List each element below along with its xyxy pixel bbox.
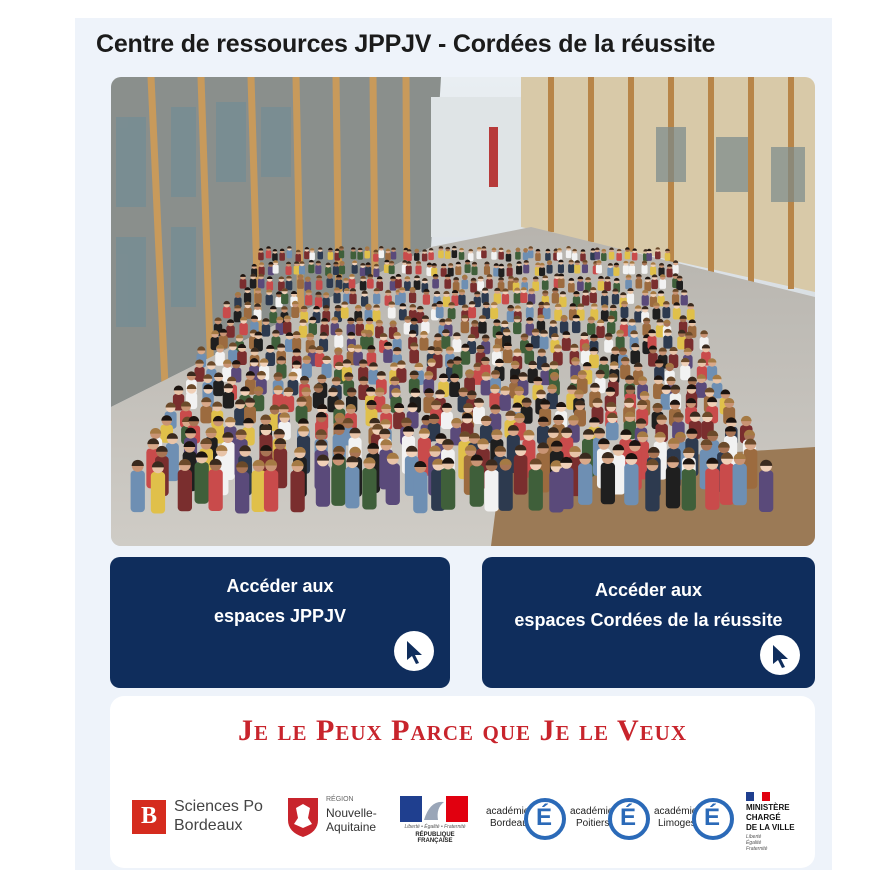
academie-city: Limoges (658, 818, 696, 829)
motto-text: Je le Peux Parce que Je le Veux (237, 714, 687, 747)
republique-francaise-logo: Liberté • Égalité • Fraternité RÉPUBLIQU… (398, 796, 472, 844)
academie-city: Poitiers (576, 818, 610, 829)
academie-limoges-logo: académie Limoges É (654, 796, 734, 844)
ministere-ville-logo: MINISTÈRE CHARGÉ DE LA VILLE Liberté Éga… (746, 792, 812, 854)
ministere-line2: CHARGÉ (746, 813, 781, 822)
academie-prefix: académie (486, 806, 530, 817)
access-cordees-button[interactable]: Accéder aux espaces Cordées de la réussi… (482, 557, 815, 688)
access-cordees-line2: espaces Cordées de la réussite (514, 610, 783, 630)
group-photo (111, 77, 815, 546)
page-title: Centre de ressources JPPJV - Cordées de … (96, 30, 716, 58)
academie-poitiers-logo: académie Poitiers É (570, 796, 650, 844)
academie-e-icon: É (608, 798, 650, 840)
republique-name: RÉPUBLIQUE FRANÇAISE (415, 832, 455, 844)
ministere-line1: MINISTÈRE (746, 803, 790, 812)
sciences-po-name: Sciences Po (174, 798, 263, 815)
region-line1: Nouvelle- (326, 806, 377, 820)
pointer-click-icon (394, 631, 434, 671)
sciences-po-city: Bordeaux (174, 817, 243, 834)
academie-e-icon: É (524, 798, 566, 840)
tricolor-flag-icon (746, 792, 770, 801)
republique-motto: Liberté • Égalité • Fraternité (404, 824, 466, 830)
access-jppjv-button[interactable]: Accéder aux espaces JPPJV (110, 557, 450, 688)
sciences-po-mark-icon: B (132, 800, 166, 834)
region-nouvelle-aquitaine-logo: RÉGION Nouvelle- Aquitaine (286, 796, 386, 838)
partners-card: Je le Peux Parce que Je le Veux B Scienc… (110, 696, 815, 868)
academie-bordeaux-logo: académie Bordeaux É (486, 796, 566, 844)
access-jppjv-line1: Accéder aux (226, 576, 334, 596)
pointer-click-icon (760, 635, 800, 675)
academie-prefix: académie (654, 806, 698, 817)
academie-prefix: académie (570, 806, 614, 817)
access-jppjv-line2: espaces JPPJV (213, 606, 347, 626)
access-cordees-line1: Accéder aux (594, 580, 703, 600)
ministere-motto3: Fraternité (746, 846, 768, 852)
atrium-crowd-image (111, 77, 815, 546)
academie-e-icon: É (692, 798, 734, 840)
ministere-line3: DE LA VILLE (746, 823, 795, 832)
marianne-flag-icon (400, 796, 468, 822)
lion-shield-icon (288, 798, 318, 837)
region-small-label: RÉGION (326, 796, 354, 803)
sciences-po-bordeaux-logo: B Sciences Po Bordeaux (132, 798, 272, 838)
region-line2: Aquitaine (326, 820, 377, 834)
